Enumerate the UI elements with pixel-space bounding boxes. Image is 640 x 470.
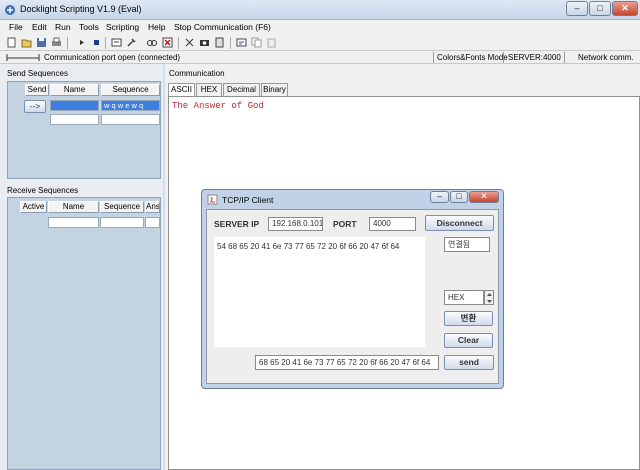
menu-scripting[interactable]: Scripting — [106, 22, 139, 32]
find-icon[interactable] — [146, 37, 157, 48]
receive-sequences-title: Receive Sequences — [7, 186, 79, 195]
send-sequence-button[interactable]: --> — [24, 100, 46, 113]
receive-answer-cell[interactable] — [145, 217, 160, 228]
format-select[interactable]: HEX — [444, 290, 484, 305]
server-status: SERVER:4000 — [508, 53, 561, 62]
menu-help[interactable]: Help — [148, 22, 165, 32]
send-input[interactable]: 68 65 20 41 6e 73 77 65 72 20 6f 66 20 4… — [255, 355, 439, 370]
communication-title: Communication — [169, 69, 225, 78]
connection-icon — [6, 54, 40, 61]
app-icon — [5, 5, 15, 15]
disconnect-button[interactable]: Disconnect — [425, 215, 494, 231]
options-icon[interactable] — [111, 37, 122, 48]
status-separator — [564, 52, 565, 63]
send-sequences-title: Send Sequences — [7, 69, 68, 78]
sequence-name-cell[interactable] — [50, 100, 99, 111]
toolbar-separator — [230, 37, 231, 49]
open-icon[interactable] — [21, 37, 32, 48]
menu-stop-communication[interactable]: Stop Communication (F6) — [174, 22, 271, 32]
menu-bar: File Edit Run Tools Scripting Help Stop … — [0, 20, 640, 35]
sequence-header[interactable]: Sequence — [100, 201, 144, 213]
save-icon[interactable] — [36, 37, 47, 48]
new-sequence-cell[interactable] — [101, 114, 160, 125]
log-icon[interactable] — [214, 37, 225, 48]
port-label: PORT — [333, 219, 357, 229]
print-icon[interactable] — [51, 37, 62, 48]
receive-name-cell[interactable] — [48, 217, 99, 228]
paste-icon[interactable] — [266, 37, 277, 48]
send-header[interactable]: Send — [25, 84, 49, 96]
java-icon — [207, 194, 218, 205]
toolbar-separator — [105, 37, 106, 49]
tab-ascii[interactable]: ASCII — [168, 83, 195, 96]
clear-icon[interactable] — [162, 37, 173, 48]
copy-icon[interactable] — [251, 37, 262, 48]
tools-icon[interactable] — [126, 37, 137, 48]
spinner-down-icon[interactable] — [486, 299, 493, 304]
script-icon[interactable] — [236, 37, 247, 48]
send-button[interactable]: send — [444, 355, 494, 370]
status-bar: Communication port open (connected) Colo… — [0, 51, 640, 64]
tab-hex[interactable]: HEX — [196, 83, 222, 96]
receive-sequence-cell[interactable] — [100, 217, 144, 228]
server-ip-field[interactable]: 192.168.0.101 — [268, 217, 323, 231]
received-hex-text: 54 68 65 20 41 6e 73 77 65 72 20 6f 66 2… — [217, 242, 400, 251]
toolbar — [0, 35, 640, 51]
dialog-close-button[interactable]: ✕ — [469, 191, 499, 203]
name-header[interactable]: Name — [50, 84, 99, 96]
received-hex-area[interactable] — [214, 237, 425, 347]
port-field[interactable]: 4000 — [369, 217, 416, 231]
close-button[interactable]: ✕ — [612, 1, 638, 16]
menu-run[interactable]: Run — [55, 22, 71, 32]
send-icon[interactable] — [184, 37, 195, 48]
spinner-up-icon[interactable] — [486, 292, 493, 297]
new-icon[interactable] — [6, 37, 17, 48]
new-name-cell[interactable] — [50, 114, 99, 125]
server-ip-label: SERVER IP — [214, 219, 260, 229]
clear-button[interactable]: Clear — [444, 333, 493, 348]
active-header[interactable]: Active — [20, 201, 47, 213]
toolbar-separator — [178, 37, 179, 49]
run-icon[interactable] — [76, 37, 87, 48]
name-header[interactable]: Name — [48, 201, 99, 213]
format-spinner[interactable] — [484, 290, 494, 305]
connection-status-field: 연결됨 — [444, 237, 490, 252]
maximize-button[interactable]: □ — [589, 1, 611, 16]
network-status: Network comm. — [578, 53, 634, 62]
status-separator — [433, 52, 434, 63]
tab-binary[interactable]: Binary — [261, 83, 288, 96]
answer-header[interactable]: Answ — [145, 201, 160, 213]
capture-icon[interactable] — [199, 37, 210, 48]
minimize-button[interactable]: – — [566, 1, 588, 16]
title-bar: Docklight Scripting V1.9 (Eval) – □ ✕ — [0, 0, 640, 20]
dialog-title: TCP/IP Client — [222, 195, 274, 205]
port-status: Communication port open (connected) — [44, 53, 181, 62]
window-title: Docklight Scripting V1.9 (Eval) — [20, 4, 142, 14]
mode-status: Colors&Fonts Mode — [437, 53, 508, 62]
dialog-minimize-button[interactable]: – — [430, 191, 449, 203]
sequence-header[interactable]: Sequence — [101, 84, 160, 96]
menu-edit[interactable]: Edit — [32, 22, 47, 32]
status-separator — [503, 52, 504, 63]
toolbar-separator — [67, 37, 68, 49]
receive-sequences-grid[interactable] — [7, 197, 161, 470]
tab-decimal[interactable]: Decimal — [223, 83, 260, 96]
menu-tools[interactable]: Tools — [79, 22, 99, 32]
stop-icon[interactable] — [91, 37, 102, 48]
communication-text: The Answer of God — [172, 101, 264, 111]
dialog-maximize-button[interactable]: □ — [450, 191, 468, 203]
sequence-value-cell[interactable]: w q w e w q — [101, 100, 160, 111]
menu-file[interactable]: File — [9, 22, 23, 32]
convert-button[interactable]: 변환 — [444, 311, 493, 326]
